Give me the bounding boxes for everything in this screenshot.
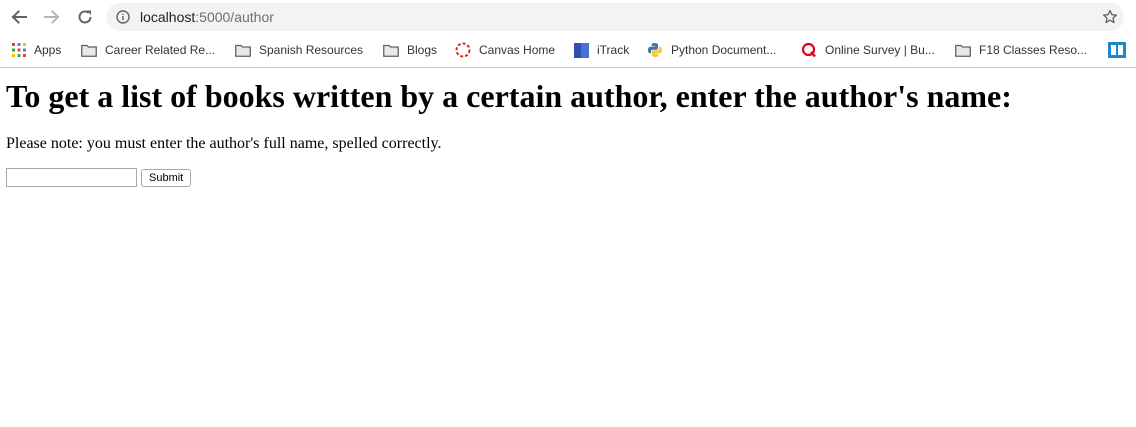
bookmark-label: Canvas Home [479,43,556,57]
bookmark-label: Career Related Re... [105,43,216,57]
folder-icon [235,44,251,57]
url-port-path: :5000/author [195,9,274,25]
canvas-icon [455,42,471,58]
bookmark-canvas-home[interactable]: Canvas Home [455,40,555,60]
python-icon [648,43,662,57]
blackboard-icon [1108,42,1126,58]
submit-button[interactable]: Submit [141,168,192,187]
page-heading: To get a list of books written by a cert… [6,78,1012,114]
bookmark-label: Apps [34,43,62,57]
bookmark-label: Online Survey | Bu... [825,43,935,57]
author-name-input[interactable] [6,168,137,187]
bookmark-itrack[interactable]: iTrack [574,40,629,60]
itrack-icon [574,42,589,58]
bookmarks-bar: Apps Career Related Re... Spanish Resour… [0,34,1136,67]
reload-icon [78,10,92,24]
folder-icon [955,44,971,57]
bookmark-python-docs[interactable]: Python Document... [647,40,776,60]
info-icon[interactable] [116,10,130,24]
bookmark-label: iTrack [597,43,630,57]
bookmark-f18-classes[interactable]: F18 Classes Reso... [955,40,1087,60]
folder-icon [383,44,399,57]
bookmark-apps[interactable]: Apps [12,40,61,60]
bookmark-star-icon[interactable] [1102,9,1118,25]
arrow-left-icon [11,10,27,24]
page-content: To get a list of books written by a cert… [0,68,1136,187]
bookmark-online-survey[interactable]: Online Survey | Bu... [801,40,935,60]
address-bar[interactable]: localhost:5000/author [106,3,1124,31]
bookmark-label: Python Document... [671,43,777,57]
url-text[interactable]: localhost:5000/author [140,9,274,25]
instruction-note: Please note: you must enter the author's… [6,135,442,152]
browser-toolbar: localhost:5000/author [0,0,1136,34]
qualtrics-icon [801,42,816,58]
apps-grid-icon [12,43,26,57]
reload-button[interactable] [74,6,96,28]
bookmark-blogs[interactable]: Blogs [383,40,437,60]
bookmark-truncated[interactable] [1108,40,1134,60]
url-host: localhost [140,9,196,25]
bookmark-label: Spanish Resources [259,43,364,57]
arrow-right-icon [44,10,60,24]
bookmark-career-related[interactable]: Career Related Re... [81,40,215,60]
bookmark-label: F18 Classes Reso... [979,43,1088,57]
back-button[interactable] [8,6,30,28]
bookmark-label: Blogs [407,43,438,57]
author-search-form: Submit [6,168,1130,187]
bookmark-spanish-resources[interactable]: Spanish Resources [235,40,363,60]
forward-button[interactable] [41,6,63,28]
browser-chrome: localhost:5000/author Apps Career Relate… [0,0,1136,68]
folder-icon [81,44,97,57]
